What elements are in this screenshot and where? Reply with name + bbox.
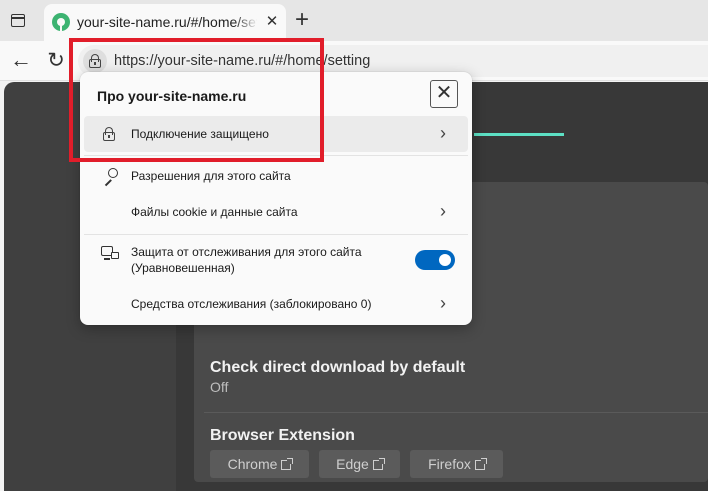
item-label: Файлы cookie и данные сайта	[131, 205, 298, 219]
chevron-right-icon: ›	[440, 293, 446, 313]
tab-title: your-site-name.ru/#/home/settings	[77, 14, 257, 30]
chevron-right-icon: ›	[440, 201, 446, 221]
close-button[interactable]: ✕	[430, 80, 458, 108]
site-permissions-item[interactable]: Разрешения для этого сайта	[84, 158, 468, 194]
chrome-extension-button[interactable]: Chrome	[210, 450, 309, 478]
tracking-prevention-icon	[101, 246, 119, 262]
setting-value[interactable]: Off	[210, 379, 228, 395]
site-info-button[interactable]	[83, 49, 107, 73]
popup-title: Про your-site-name.ru	[97, 88, 247, 104]
item-label: Подключение защищено	[131, 127, 269, 141]
cookies-item[interactable]: Файлы cookie и данные сайта ›	[84, 194, 468, 230]
tracking-prevention-item: Защита от отслеживания для этого сайта (…	[84, 240, 468, 280]
chevron-right-icon: ›	[440, 123, 446, 143]
firefox-extension-button[interactable]: Firefox	[410, 450, 503, 478]
setting-title: Check direct download by default	[210, 359, 466, 376]
active-tab-indicator	[474, 133, 564, 136]
external-link-icon	[372, 458, 385, 470]
connection-secure-item[interactable]: Подключение защищено ›	[84, 116, 468, 152]
refresh-button[interactable]: ↻	[43, 48, 69, 74]
tab-actions-icon[interactable]	[8, 10, 30, 32]
site-favicon-icon	[52, 13, 70, 31]
url-text[interactable]: https://your-site-name.ru/#/home/setting	[114, 53, 370, 69]
lock-icon	[89, 54, 101, 68]
external-link-icon	[474, 458, 487, 470]
back-button[interactable]: ←	[8, 48, 34, 74]
tracking-toggle[interactable]	[415, 250, 455, 270]
tab-close-icon[interactable]: ✕	[263, 13, 281, 31]
key-icon	[102, 168, 118, 186]
item-label: Средства отслеживания (заблокировано 0)	[131, 297, 372, 311]
item-label: Разрешения для этого сайта	[131, 169, 291, 183]
trackers-item[interactable]: Средства отслеживания (заблокировано 0) …	[84, 286, 468, 322]
edge-extension-button[interactable]: Edge	[319, 450, 400, 478]
external-link-icon	[281, 458, 294, 470]
site-info-popup: Про your-site-name.ru ✕ Подключение защи…	[80, 72, 472, 325]
item-sublabel: (Уравновешенная)	[131, 261, 235, 275]
divider	[204, 412, 708, 413]
browser-tab[interactable]: your-site-name.ru/#/home/settings ✕	[44, 4, 286, 41]
tab-strip: your-site-name.ru/#/home/settings ✕ +	[0, 0, 708, 41]
lock-icon	[103, 127, 115, 141]
extension-title: Browser Extension	[210, 427, 355, 444]
new-tab-button[interactable]: +	[290, 8, 314, 33]
item-label: Защита от отслеживания для этого сайта	[131, 245, 362, 259]
